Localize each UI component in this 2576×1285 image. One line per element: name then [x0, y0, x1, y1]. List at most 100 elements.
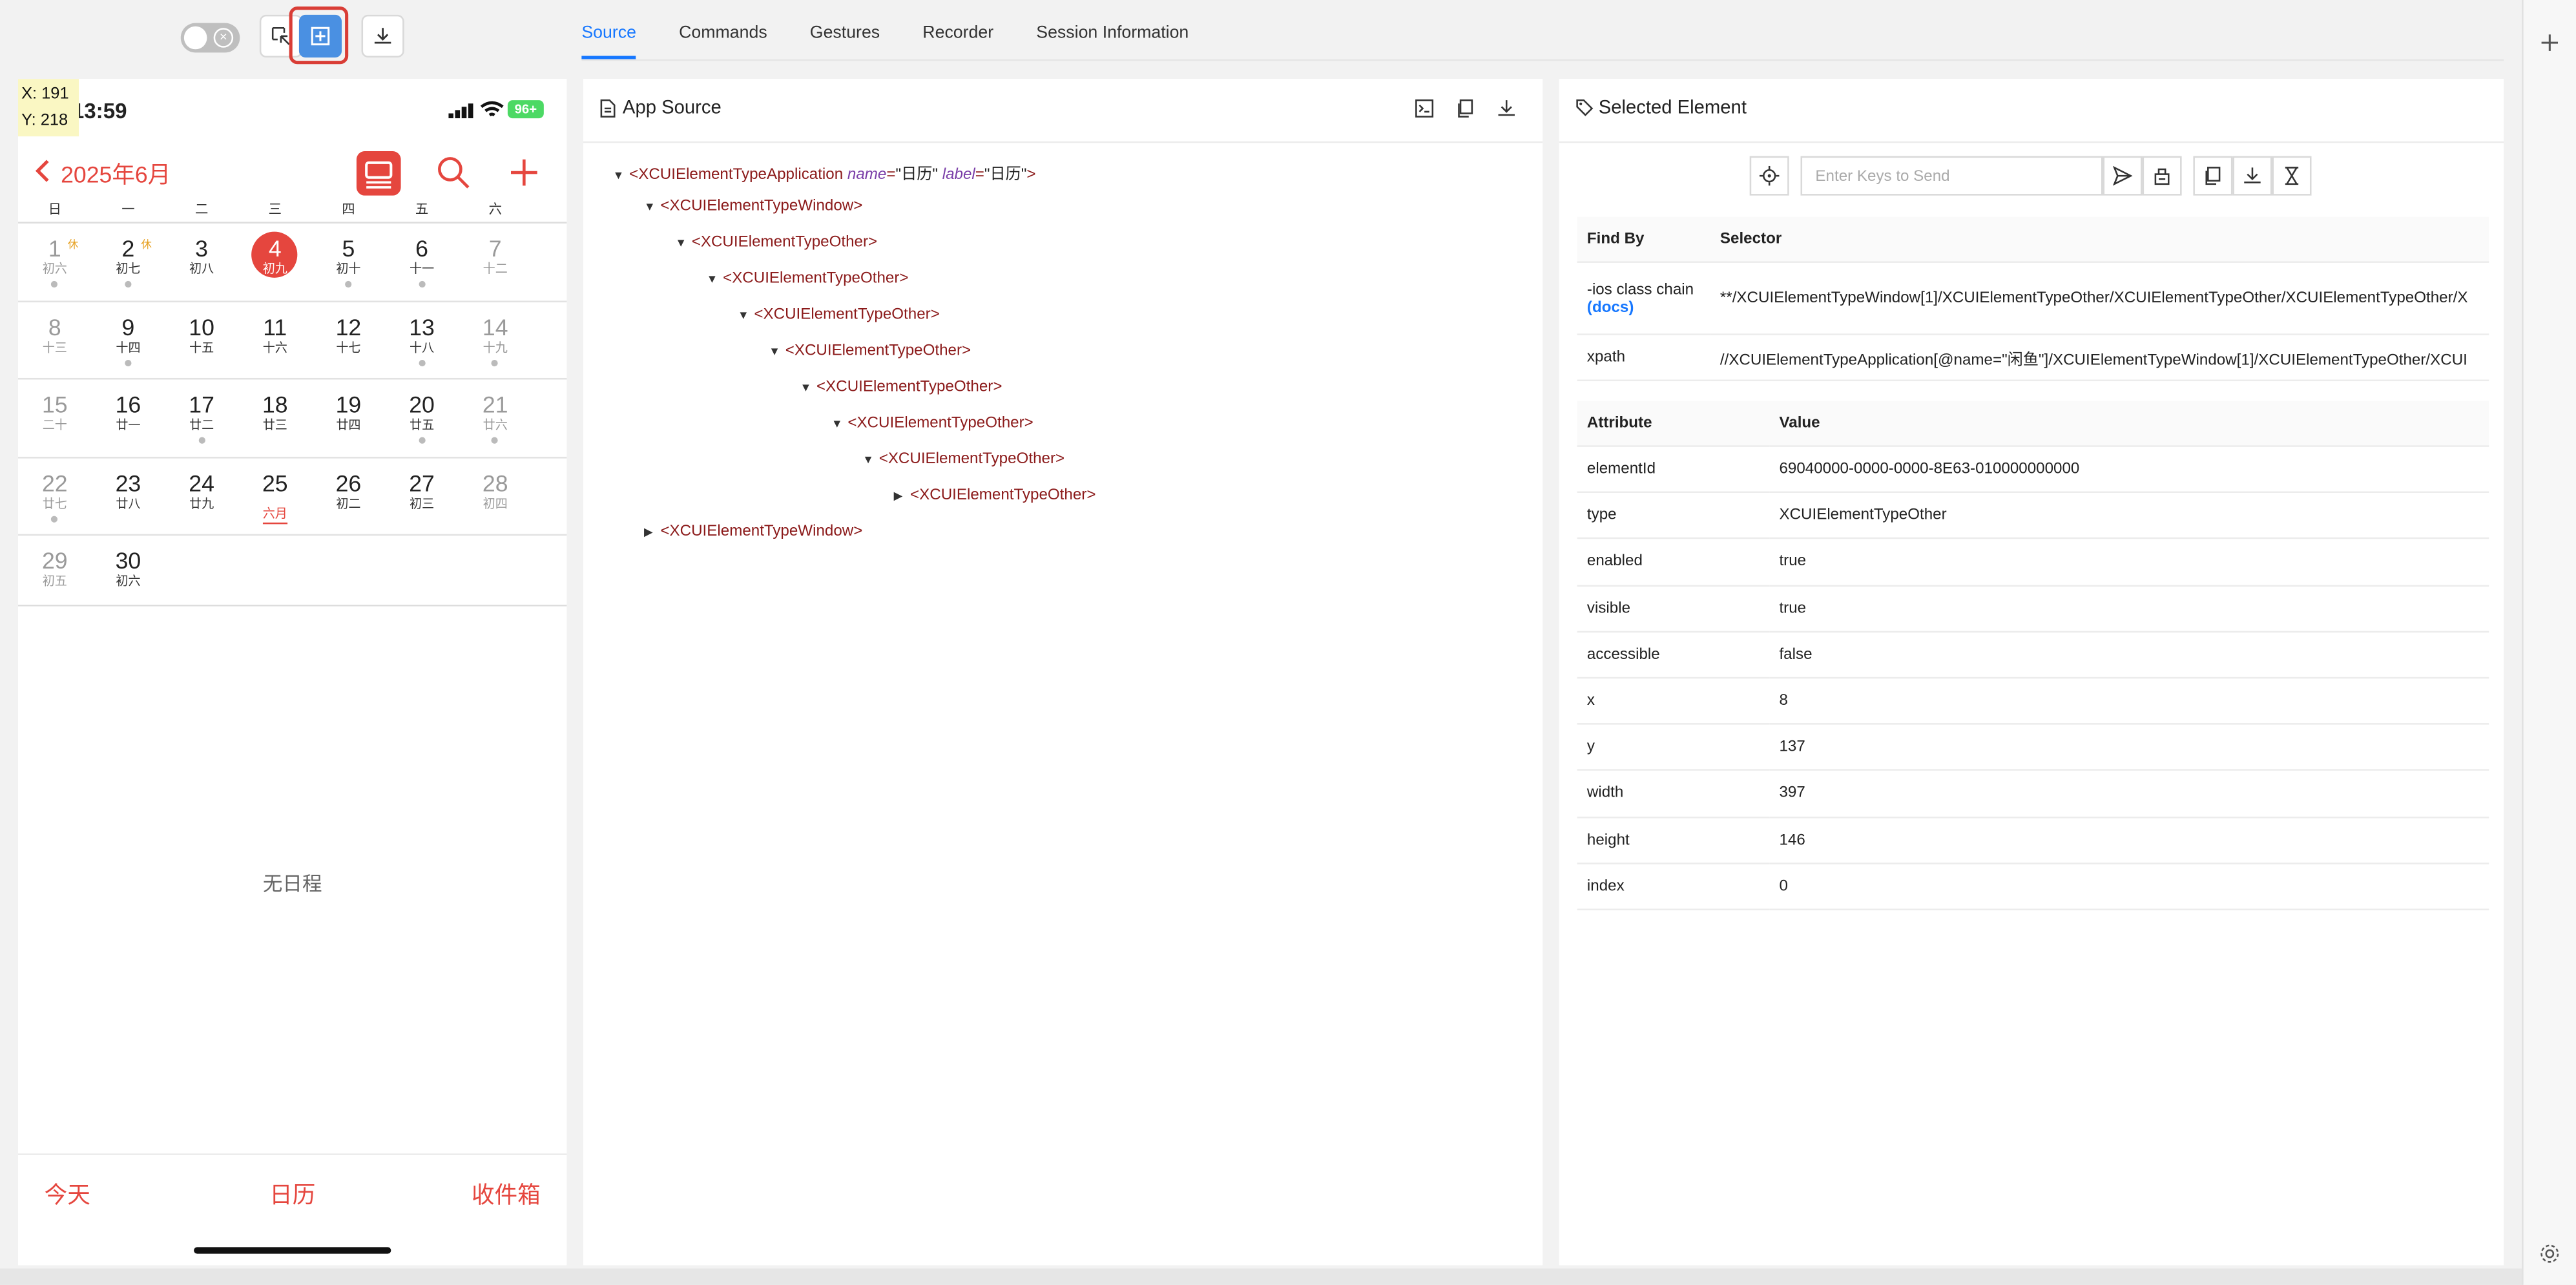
timing-button[interactable] — [2272, 156, 2312, 196]
day-cell[interactable]: 21 廿六 — [459, 380, 532, 456]
caret-right-icon[interactable]: ▶ — [894, 490, 910, 503]
list-view-button[interactable] — [356, 151, 401, 196]
tab-gestures[interactable]: Gestures — [810, 23, 880, 63]
attribute-value[interactable]: false — [1769, 631, 2489, 679]
table-row[interactable]: xpath //XCUIElementTypeApplication[@name… — [1577, 334, 2489, 382]
day-cell[interactable]: 15 二十 — [18, 380, 92, 456]
tree-node[interactable]: ▶ <XCUIElementTypeWindow> — [644, 523, 862, 541]
day-cell[interactable]: 3 初八 — [165, 224, 238, 300]
day-cell[interactable]: 11 十六 — [238, 302, 312, 378]
tree-node[interactable]: ▼ <XCUIElementTypeWindow> — [644, 197, 862, 215]
tree-node[interactable]: ▼ <XCUIElementTypeOther> — [707, 269, 909, 287]
attribute-value[interactable]: 0 — [1769, 862, 2489, 910]
download-element-button[interactable] — [2232, 156, 2272, 196]
caret-down-icon[interactable]: ▼ — [769, 347, 785, 359]
caret-down-icon[interactable]: ▼ — [613, 171, 629, 183]
tree-node[interactable]: ▼ <XCUIElementTypeOther> — [831, 414, 1034, 432]
tab-recorder[interactable]: Recorder — [922, 23, 993, 63]
day-cell[interactable]: 6 十一 — [385, 224, 459, 300]
day-cell[interactable]: 14 十九 — [459, 302, 532, 378]
attribute-value[interactable]: 69040000-0000-0000-8E63-010000000000 — [1769, 446, 2489, 494]
table-row[interactable]: elementId 69040000-0000-0000-8E63-0100000… — [1577, 446, 2489, 494]
download-icon[interactable] — [1497, 99, 1517, 119]
caret-down-icon[interactable]: ▼ — [831, 419, 847, 431]
inbox-button[interactable]: 收件箱 — [472, 1178, 541, 1211]
day-cell[interactable]: 25 六月 — [238, 457, 312, 534]
day-cell[interactable]: 1 初六休 — [18, 224, 92, 300]
tree-node[interactable]: ▶ <XCUIElementTypeOther> — [894, 486, 1096, 505]
send-keys-button[interactable] — [2103, 156, 2143, 196]
day-cell[interactable]: 2 初七休 — [92, 224, 165, 300]
day-cell[interactable]: 10 十五 — [165, 302, 238, 378]
tree-node[interactable]: ▼ <XCUIElementTypeOther> — [800, 378, 1002, 396]
copy-attributes-button[interactable] — [2193, 156, 2233, 196]
table-row[interactable]: width 397 — [1577, 770, 2489, 818]
day-cell[interactable]: 5 初十 — [312, 224, 386, 300]
today-button[interactable]: 今天 — [45, 1178, 90, 1211]
tree-node[interactable]: ▼ <XCUIElementTypeOther> — [675, 233, 877, 251]
caret-right-icon[interactable]: ▶ — [644, 526, 660, 539]
terminal-icon[interactable] — [1415, 99, 1435, 119]
day-cell[interactable]: 12 十七 — [312, 302, 386, 378]
copy-icon[interactable] — [1455, 99, 1475, 119]
attribute-value[interactable]: 397 — [1769, 770, 2489, 818]
table-row[interactable]: -ios class chain (docs) **/XCUIElementTyp… — [1577, 262, 2489, 335]
tree-node[interactable]: ▼ <XCUIElementTypeOther> — [862, 450, 1065, 468]
search-icon[interactable] — [435, 154, 472, 191]
tree-node[interactable]: ▼ <XCUIElementTypeOther> — [769, 342, 971, 360]
attribute-value[interactable]: 146 — [1769, 817, 2489, 864]
download-screenshot-button[interactable] — [361, 14, 404, 58]
day-cell[interactable]: 23 廿八 — [92, 457, 165, 534]
add-icon[interactable] — [508, 156, 541, 189]
day-cell[interactable]: 24 廿九 — [165, 457, 238, 534]
day-cell[interactable]: 17 廿二 — [165, 380, 238, 456]
day-cell[interactable]: 7 十二 — [459, 224, 532, 300]
day-cell[interactable]: 28 初四 — [459, 457, 532, 534]
day-cell[interactable]: 26 初二 — [312, 457, 386, 534]
table-row[interactable]: accessible false — [1577, 631, 2489, 679]
table-row[interactable]: index 0 — [1577, 862, 2489, 910]
day-cell[interactable]: 18 廿三 — [238, 380, 312, 456]
day-cell[interactable]: 27 初三 — [385, 457, 459, 534]
table-row[interactable]: x8 — [1577, 677, 2489, 725]
day-cell[interactable]: 30 初六 — [92, 536, 165, 612]
caret-down-icon[interactable]: ▼ — [738, 311, 754, 322]
day-cell[interactable]: 19 廿四 — [312, 380, 386, 456]
calendars-button[interactable]: 日历 — [269, 1178, 315, 1211]
tree-node[interactable]: ▼ <XCUIElementTypeOther> — [738, 306, 940, 324]
attribute-value[interactable]: true — [1769, 538, 2489, 586]
table-row[interactable]: enabled true — [1577, 538, 2489, 586]
day-cell[interactable]: 13 十八 — [385, 302, 459, 378]
caret-down-icon[interactable]: ▼ — [707, 275, 723, 286]
day-cell[interactable]: 22 廿七 — [18, 457, 92, 534]
caret-down-icon[interactable]: ▼ — [644, 202, 660, 214]
gear-icon[interactable] — [2539, 1242, 2562, 1266]
day-cell[interactable]: 16 廿一 — [92, 380, 165, 456]
caret-down-icon[interactable]: ▼ — [675, 238, 691, 250]
device-screenshot[interactable]: 13:59 96+ X: 191 Y: 218 2025年6月 日 一 二 三 … — [17, 79, 567, 1266]
bottom-scrollbar[interactable] — [0, 1268, 2522, 1285]
day-cell[interactable]: 29 初五 — [18, 536, 92, 612]
attribute-value[interactable]: true — [1769, 585, 2489, 632]
chevron-left-icon[interactable] — [34, 158, 50, 184]
send-keys-input[interactable]: Enter Keys to Send — [1800, 156, 2103, 196]
tab-commands[interactable]: Commands — [679, 23, 767, 63]
attribute-value[interactable]: 8 — [1769, 677, 2489, 725]
tree-node[interactable]: ▼ <XCUIElementTypeApplication name="日历" l… — [613, 161, 1036, 184]
mode-toggle[interactable]: × — [180, 23, 240, 53]
month-title[interactable]: 2025年6月 — [61, 158, 171, 191]
table-row[interactable]: visible true — [1577, 585, 2489, 632]
add-icon[interactable] — [2540, 33, 2560, 53]
selector-cell[interactable]: **/XCUIElementTypeWindow[1]/XCUIElementT… — [1710, 262, 2489, 335]
tap-element-button[interactable] — [1749, 156, 1789, 196]
day-cell[interactable]: 20 廿五 — [385, 380, 459, 456]
clear-button[interactable] — [2142, 156, 2182, 196]
day-cell[interactable]: 9 十四 — [92, 302, 165, 378]
tab-session-information[interactable]: Session Information — [1036, 23, 1189, 63]
selector-cell[interactable]: //XCUIElementTypeApplication[@name="闲鱼"]… — [1710, 334, 2489, 382]
docs-link[interactable]: (docs) — [1587, 298, 1700, 317]
caret-down-icon[interactable]: ▼ — [862, 455, 878, 467]
attribute-value[interactable]: XCUIElementTypeOther — [1769, 492, 2489, 540]
day-cell[interactable]: 4 初九 — [238, 224, 312, 300]
attribute-value[interactable]: 137 — [1769, 724, 2489, 771]
